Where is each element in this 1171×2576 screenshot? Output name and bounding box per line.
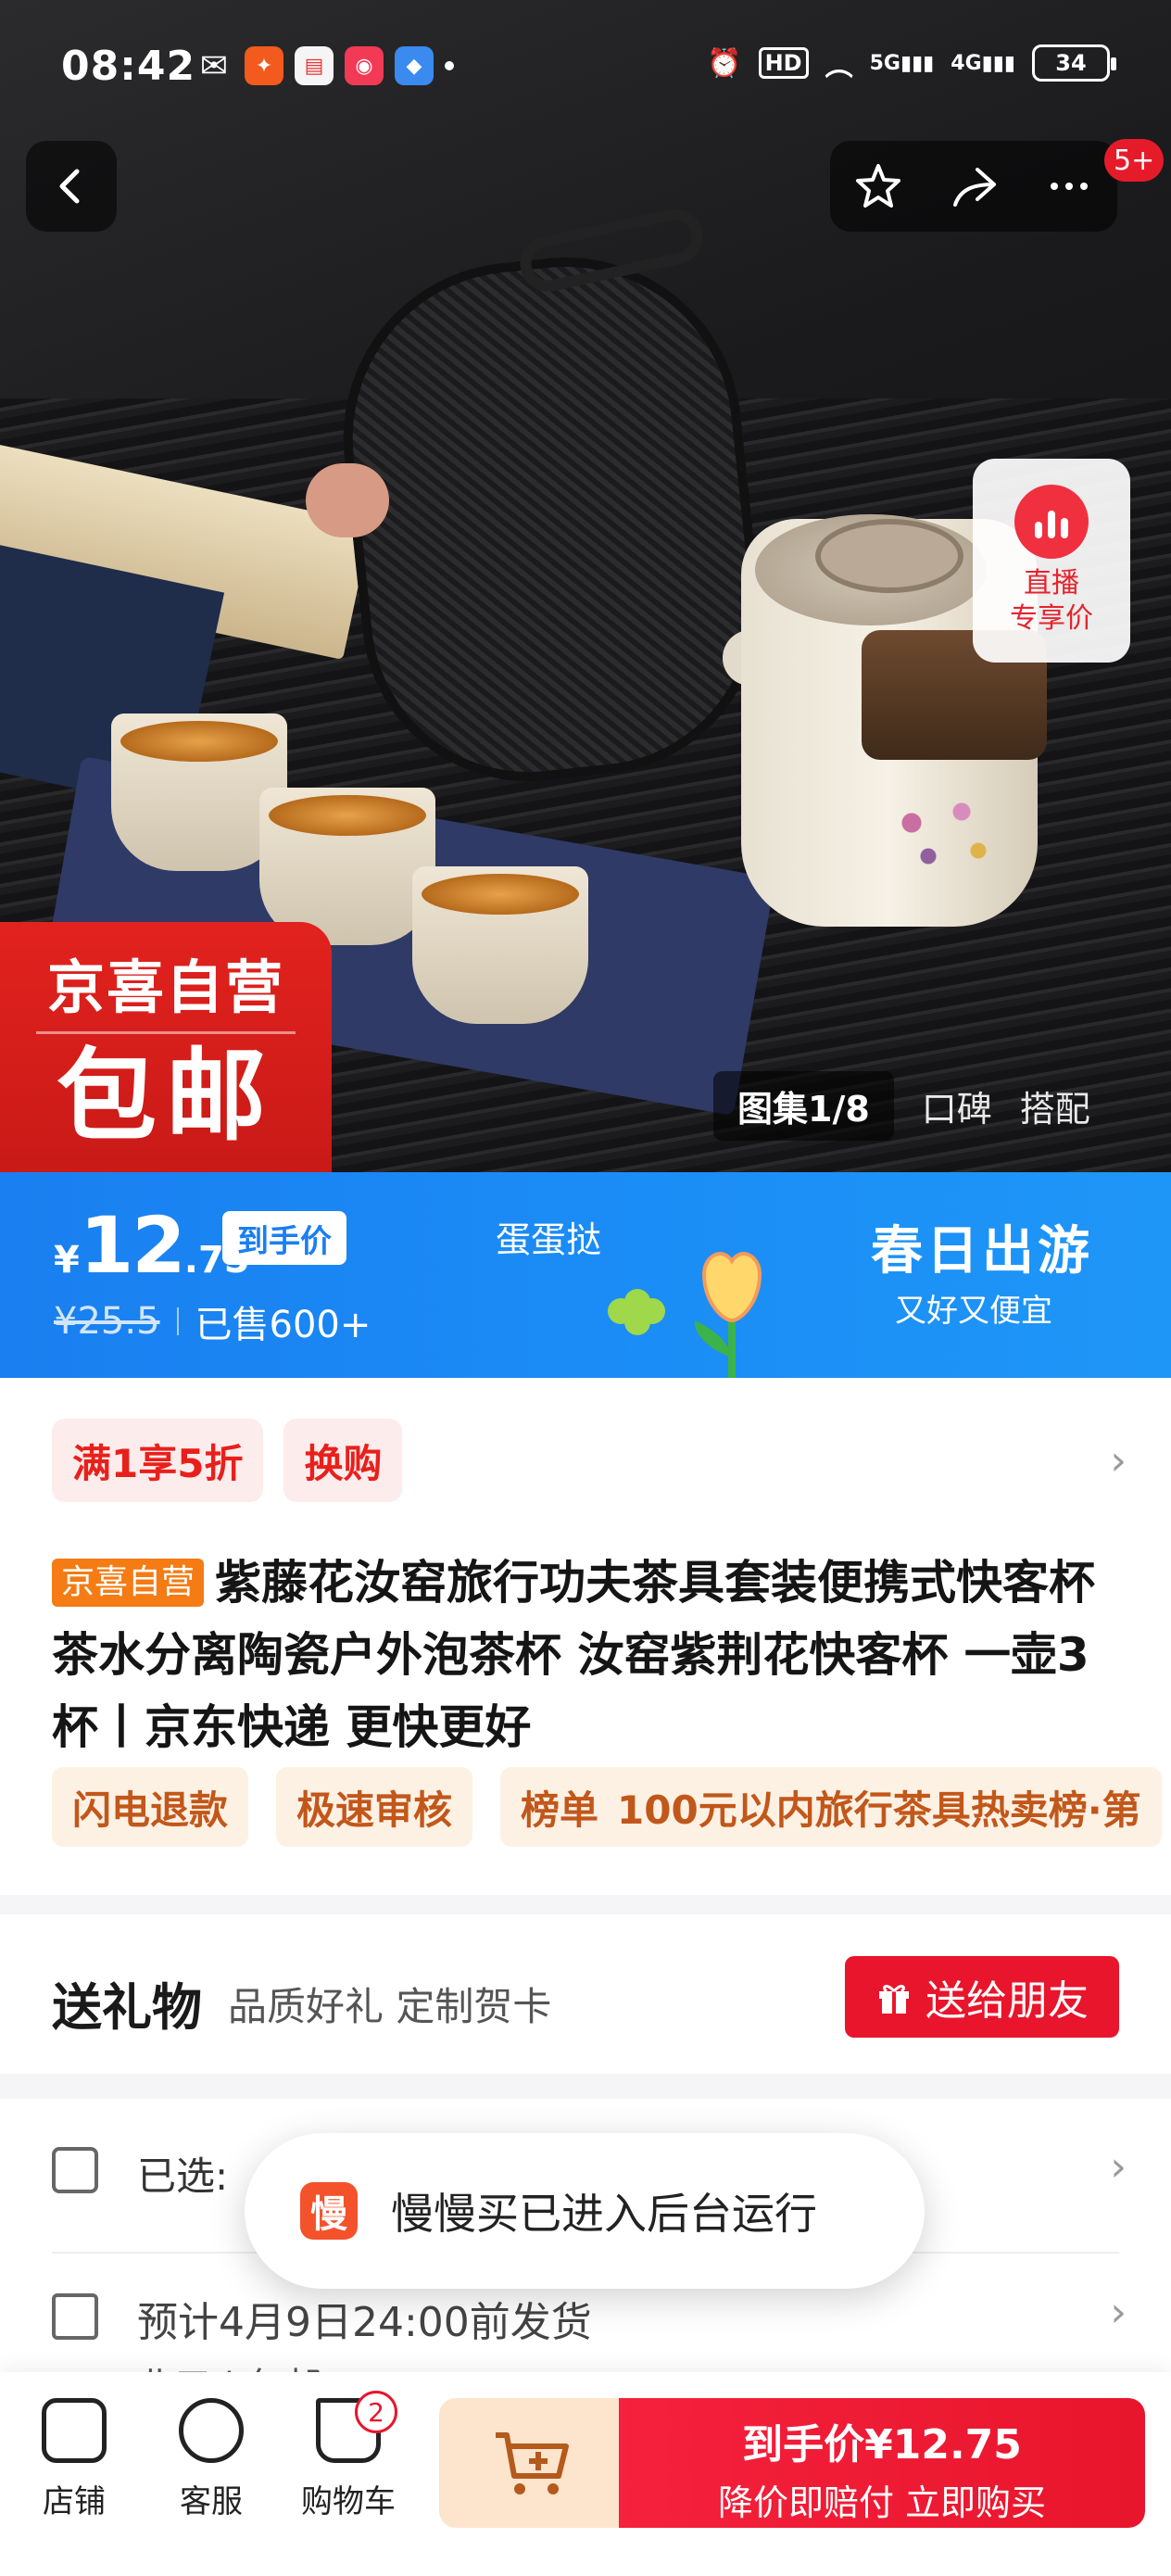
teapot-flower-pattern xyxy=(862,778,1028,890)
spring-campaign-subtitle: 又好又便宜 xyxy=(895,1293,1052,1330)
store-label: 店铺 xyxy=(43,2483,106,2520)
send-to-friend-label: 送给朋友 xyxy=(925,1977,1089,2025)
live-price-button[interactable]: 直播 专享价 xyxy=(973,459,1130,663)
cart-label: 购物车 xyxy=(301,2483,396,2520)
hand xyxy=(306,463,389,537)
sold-count: 已售600+ xyxy=(195,1304,371,1346)
chevron-left-icon xyxy=(59,169,80,204)
original-price-row: ¥25.5 已售600+ xyxy=(54,1294,371,1348)
tag-fast-review[interactable]: 极速审核 xyxy=(276,1767,473,1847)
more-badge: 5+ xyxy=(1104,139,1165,182)
price-banner: ¥ 12 .75 到手价 ¥25.5 已售600+ 蛋蛋挞 春日出游 又好又便宜 xyxy=(0,1172,1171,1378)
app-orange-icon: ✦ xyxy=(245,46,283,85)
jingxi-badge: 京喜自营 xyxy=(52,1559,205,1607)
star-icon[interactable] xyxy=(852,160,904,212)
buy-price-label: 到手价¥12.75 xyxy=(742,2421,1022,2469)
store-button[interactable]: 店铺 xyxy=(19,2398,130,2521)
promo-tags[interactable]: 满1享5折 换购 xyxy=(52,1419,403,1502)
top-action-group xyxy=(830,141,1117,232)
service-label: 客服 xyxy=(180,2483,243,2520)
notification-icons: ✉ ✦ ▤ ◉ ◆ xyxy=(195,46,454,85)
app-red-icon: ◉ xyxy=(345,46,384,85)
more-icon[interactable] xyxy=(1043,160,1095,212)
chevron-right-icon[interactable]: › xyxy=(1110,2289,1127,2336)
gallery-tabs: 图集1/8 口碑 搭配 xyxy=(713,1066,1090,1145)
promo-exchange[interactable]: 换购 xyxy=(283,1419,403,1502)
hd-icon: HD xyxy=(758,47,809,79)
product-info-card: 满1享5折 换购 › 京喜自营 紫藤花汝窑旅行功夫茶具套装便携式快客杯茶水分离陶瓷… xyxy=(0,1378,1171,1895)
teapot-knob xyxy=(815,519,963,593)
network-5g-label: 5G xyxy=(869,51,900,75)
send-to-friend-button[interactable]: 送给朋友 xyxy=(845,1956,1119,2038)
manmanmai-app-icon: 慢 xyxy=(300,2182,358,2240)
shipping-estimate[interactable]: 预计4月9日24:00前发货 xyxy=(137,2289,592,2348)
cart-count-badge: 2 xyxy=(355,2391,397,2433)
more-notifications-dot xyxy=(445,61,454,70)
battery-icon: 34 xyxy=(1032,44,1116,82)
price-currency: ¥ xyxy=(54,1239,80,1282)
back-button[interactable] xyxy=(26,141,117,232)
stamp-line-1: 京喜自营 xyxy=(46,953,284,1021)
system-indicators: ⏰ HD ︵ 5G▮▮▮ 4G▮▮▮ 34 xyxy=(707,43,1116,83)
spring-campaign-title[interactable]: 春日出游 xyxy=(871,1209,1093,1284)
status-time: 08:42 xyxy=(61,43,196,90)
final-price: ¥ 12 .75 xyxy=(54,1200,250,1291)
gift-section: 送礼物 品质好礼 定制贺卡 送给朋友 xyxy=(0,1914,1171,2074)
service-tags: 闪电退款 极速审核 榜单 100元以内旅行茶具热卖榜·第 xyxy=(52,1767,1162,1847)
tab-matching[interactable]: 搭配 xyxy=(1020,1080,1090,1131)
customer-service-button[interactable]: 客服 xyxy=(156,2398,267,2521)
add-cart-icon xyxy=(496,2432,569,2494)
alarm-icon: ⏰ xyxy=(707,46,742,80)
original-price: ¥25.5 xyxy=(54,1300,160,1343)
live-line-2: 专享价 xyxy=(1010,602,1093,635)
stamp-divider xyxy=(36,1031,296,1034)
selection-icon xyxy=(52,2147,98,2193)
live-line-1: 直播 xyxy=(1024,567,1079,600)
battery-level: 34 xyxy=(1055,50,1087,76)
truck-icon xyxy=(52,2293,98,2340)
final-price-tag: 到手价 xyxy=(222,1211,346,1265)
tab-gallery[interactable]: 图集1/8 xyxy=(713,1070,894,1141)
signal-5g-icon: 5G▮▮▮ xyxy=(869,51,935,75)
wifi-icon: ︵ xyxy=(825,50,853,82)
gift-subtitle: 品质好礼 定制贺卡 xyxy=(228,1984,552,2029)
tag-quick-refund[interactable]: 闪电退款 xyxy=(52,1767,249,1847)
add-to-cart-button[interactable] xyxy=(439,2398,624,2528)
tab-reviews[interactable]: 口碑 xyxy=(922,1080,992,1131)
stamp-line-2: 包邮 xyxy=(56,1039,275,1155)
bottom-action-bar: 店铺 客服 购物车 2 到手价¥12.75 降价即赔付 立即购买 xyxy=(0,2372,1171,2576)
status-bar: 08:42 ✉ ✦ ▤ ◉ ◆ ⏰ HD ︵ 5G▮▮▮ 4G▮▮▮ 34 xyxy=(0,0,1171,139)
price-integer: 12 xyxy=(79,1200,186,1291)
buy-now-button[interactable]: 到手价¥12.75 降价即赔付 立即购买 xyxy=(619,2398,1145,2528)
egg-tart-label: 蛋蛋挞 xyxy=(496,1219,602,1260)
buy-now-label: 降价即赔付 立即购买 xyxy=(717,2482,1047,2523)
tulip-clover-icon xyxy=(608,1252,762,1378)
chevron-right-icon[interactable]: › xyxy=(1110,2143,1127,2191)
toast-message: 慢慢买已进入后台运行 xyxy=(391,2189,817,2239)
price-separator xyxy=(176,1307,179,1335)
promo-discount[interactable]: 满1享5折 xyxy=(52,1419,264,1502)
jingxi-free-shipping-stamp: 京喜自营 包邮 xyxy=(0,922,332,1172)
app-wallet-icon: ▤ xyxy=(295,46,334,85)
app-blue-icon: ◆ xyxy=(395,46,434,85)
product-title: 京喜自营 紫藤花汝窑旅行功夫茶具套装便携式快客杯茶水分离陶瓷户外泡茶杯 汝窑紫荆花… xyxy=(52,1547,1127,1763)
gift-icon xyxy=(879,1985,909,2014)
product-title-text: 紫藤花汝窑旅行功夫茶具套装便携式快客杯茶水分离陶瓷户外泡茶杯 汝窑紫荆花快客杯 … xyxy=(52,1556,1096,1754)
ranking-value: 100元以内旅行茶具热卖榜·第 xyxy=(617,1787,1141,1833)
signal-4g-icon: 4G▮▮▮ xyxy=(951,51,1015,75)
live-bars-icon xyxy=(1014,485,1089,559)
selected-spec[interactable]: 已选: xyxy=(137,2145,228,2202)
chevron-right-icon[interactable]: › xyxy=(1110,1437,1127,1484)
live-label: 直播 专享价 xyxy=(1010,566,1093,637)
tag-ranking[interactable]: 榜单 100元以内旅行茶具热卖榜·第 xyxy=(500,1767,1162,1847)
share-icon[interactable] xyxy=(948,160,1000,212)
gift-title: 送礼物 xyxy=(52,1978,202,2037)
smile-icon xyxy=(179,2398,244,2463)
tea-cup xyxy=(412,866,588,1024)
wechat-icon: ✉ xyxy=(199,46,229,85)
ranking-key: 榜单 xyxy=(521,1787,599,1833)
background-run-toast: 慢 慢慢买已进入后台运行 xyxy=(245,2133,925,2289)
store-icon xyxy=(42,2398,107,2463)
network-4g-label: 4G xyxy=(951,51,982,75)
